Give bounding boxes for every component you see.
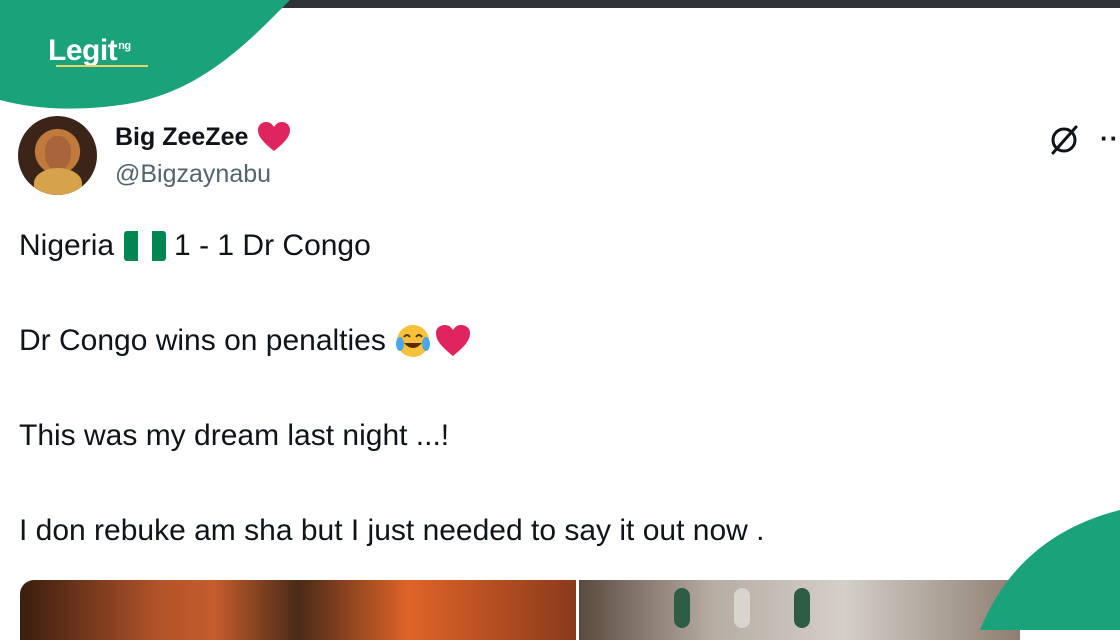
media-image-left[interactable] xyxy=(20,580,576,640)
brand-corner-shape-bottom xyxy=(980,510,1120,630)
avatar-scarf xyxy=(34,168,82,195)
display-name-text: Big ZeeZee xyxy=(115,122,249,151)
tweet-line-2: Dr Congo wins on penalties xyxy=(19,323,1019,359)
line1-country: Nigeria xyxy=(19,229,115,262)
legit-logo[interactable]: Legitng xyxy=(48,28,131,69)
line2-text: Dr Congo wins on penalties xyxy=(19,324,386,357)
nigeria-flag-icon xyxy=(124,231,167,261)
red-heart-icon xyxy=(435,325,470,356)
legit-logo-text: Legit xyxy=(48,34,118,67)
brand-corner-shape xyxy=(0,0,290,109)
laughing-crying-icon xyxy=(395,325,430,357)
grok-icon[interactable] xyxy=(1048,124,1080,156)
media-image-right[interactable] xyxy=(579,580,1020,640)
avatar[interactable] xyxy=(18,116,97,195)
red-heart-icon xyxy=(258,122,291,151)
tweet-line-3: This was my dream last night ...! xyxy=(19,419,450,452)
legit-logo-suffix: ng xyxy=(118,40,131,52)
tweet-media[interactable] xyxy=(20,580,1020,640)
line1-score: 1 - 1 Dr Congo xyxy=(174,229,371,262)
tweet-line-1: Nigeria 1 - 1 Dr Congo xyxy=(19,228,1019,264)
more-options-icon[interactable]: ··· xyxy=(1100,123,1120,154)
tweet-text: Nigeria 1 - 1 Dr Congo Dr Congo wins on … xyxy=(19,228,1019,549)
logo-underline xyxy=(56,65,148,67)
author-handle[interactable]: @Bigzaynabu xyxy=(115,160,271,189)
tweet-line-4: I don rebuke am sha but I just needed to… xyxy=(19,514,765,547)
author-display-name[interactable]: Big ZeeZee xyxy=(115,121,292,153)
avatar-face xyxy=(45,136,71,170)
